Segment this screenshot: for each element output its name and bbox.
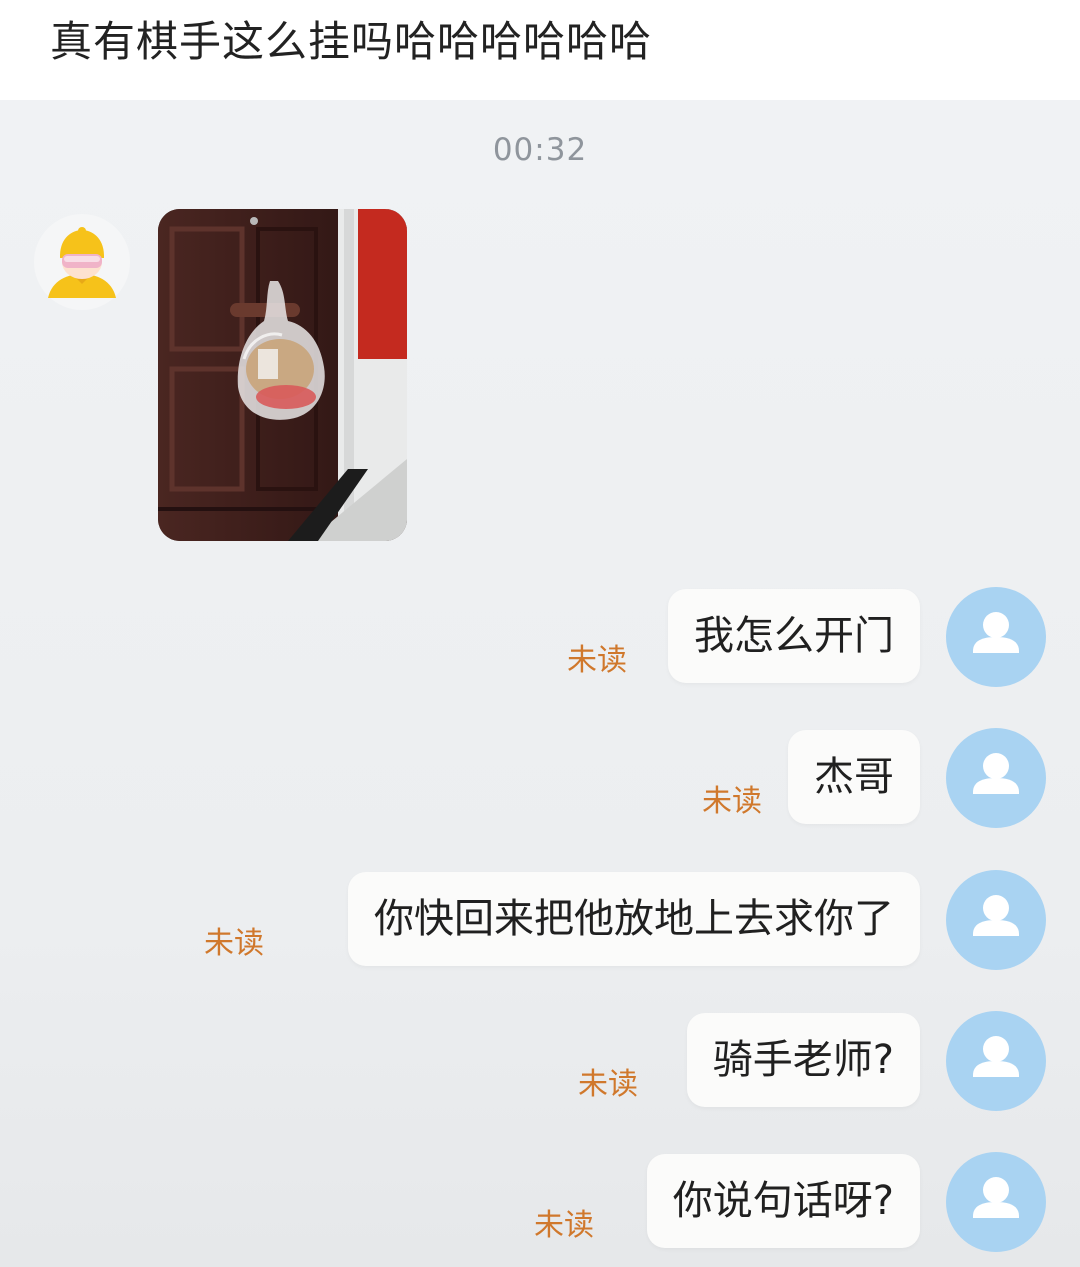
message-bubble[interactable]: 杰哥 bbox=[788, 730, 920, 824]
unread-status: 未读 bbox=[702, 784, 762, 819]
user-avatar[interactable] bbox=[946, 587, 1046, 687]
user-profile-icon bbox=[973, 1177, 1019, 1218]
photo-message[interactable] bbox=[158, 209, 407, 541]
user-profile-icon bbox=[973, 612, 1019, 653]
unread-status: 未读 bbox=[534, 1208, 594, 1243]
unread-status: 未读 bbox=[578, 1067, 638, 1102]
message-timestamp: 00:32 bbox=[492, 132, 588, 168]
user-profile-icon bbox=[973, 753, 1019, 794]
user-avatar[interactable] bbox=[946, 1152, 1046, 1252]
outgoing-message: 未读 你快回来把他放地上去求你了 bbox=[0, 870, 1080, 972]
unread-status: 未读 bbox=[567, 643, 627, 678]
outgoing-message: 未读 你说句话呀? bbox=[0, 1152, 1080, 1254]
outgoing-message: 未读 骑手老师? bbox=[0, 1011, 1080, 1113]
message-bubble[interactable]: 你快回来把他放地上去求你了 bbox=[348, 872, 920, 966]
delivery-bag-on-door-photo-icon bbox=[158, 209, 407, 541]
outgoing-message: 未读 杰哥 bbox=[0, 728, 1080, 830]
post-title: 真有棋手这么挂吗哈哈哈哈哈哈 bbox=[50, 17, 653, 66]
user-avatar[interactable] bbox=[946, 870, 1046, 970]
user-profile-icon bbox=[973, 895, 1019, 936]
unread-status: 未读 bbox=[204, 926, 264, 961]
user-avatar[interactable] bbox=[946, 728, 1046, 828]
message-bubble[interactable]: 骑手老师? bbox=[686, 1013, 920, 1107]
user-avatar[interactable] bbox=[946, 1011, 1046, 1111]
user-profile-icon bbox=[973, 1036, 1019, 1077]
rider-avatar[interactable] bbox=[34, 214, 130, 310]
outgoing-message: 未读 我怎么开门 bbox=[0, 587, 1080, 689]
chat-screenshot: 00:32 未读 我怎么开门 未读 杰哥 未读 你快回来把他放地上去求你了 未读… bbox=[0, 100, 1080, 1267]
message-bubble[interactable]: 我怎么开门 bbox=[668, 589, 920, 683]
rider-helmet-icon bbox=[48, 227, 116, 298]
message-bubble[interactable]: 你说句话呀? bbox=[646, 1154, 920, 1248]
